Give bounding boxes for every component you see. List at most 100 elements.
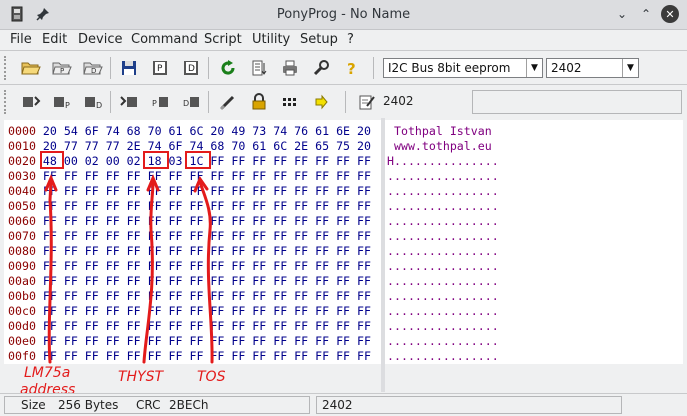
hex-row[interactable]: 00d0 FF FF FF FF FF FF FF FF FF FF FF FF… [8, 319, 371, 334]
ascii-row[interactable]: ................ [387, 304, 499, 318]
ascii-view[interactable]: Tothpal Istvan www.tothpal.eu H.........… [385, 120, 683, 364]
ascii-row[interactable]: ................ [387, 319, 499, 333]
toolbar-grip[interactable] [4, 90, 8, 114]
hex-bytes[interactable]: FF FF FF FF FF FF FF FF FF FF FF FF FF F… [43, 214, 371, 228]
menu-help[interactable]: ? [347, 32, 354, 47]
ascii-row[interactable]: ................ [387, 214, 499, 228]
crc-label: CRC [136, 398, 161, 412]
hex-row[interactable]: 00e0 FF FF FF FF FF FF FF FF FF FF FF FF… [8, 334, 371, 349]
write-all-icon[interactable] [117, 90, 141, 114]
hex-bytes[interactable]: FF FF FF FF FF FF FF FF FF FF FF FF FF F… [43, 184, 371, 198]
config-bits-icon[interactable] [278, 90, 302, 114]
menu-command[interactable]: Command [131, 32, 198, 47]
hex-row[interactable]: 0010 20 77 77 77 2E 74 6F 74 68 70 61 6C… [8, 139, 371, 154]
hex-bytes[interactable]: FF FF FF FF FF FF FF FF FF FF FF FF FF F… [43, 319, 371, 333]
setup-wrench-icon[interactable] [309, 56, 333, 80]
hex-bytes[interactable]: 20 54 6F 74 68 70 61 6C 20 49 73 74 76 6… [43, 124, 371, 138]
menu-utility[interactable]: Utility [252, 32, 290, 47]
menu-file[interactable]: File [10, 32, 32, 47]
device-type-select[interactable]: 2402 ▼ [546, 58, 639, 78]
read-all-icon[interactable] [19, 90, 43, 114]
ascii-row[interactable]: H............... [387, 154, 499, 168]
erase-icon[interactable] [216, 90, 240, 114]
hex-bytes[interactable]: FF FF FF FF FF FF FF FF FF FF FF FF FF F… [43, 334, 371, 348]
maximize-icon[interactable]: ⌃ [637, 5, 655, 23]
hex-row[interactable]: 0000 20 54 6F 74 68 70 61 6C 20 49 73 74… [8, 124, 371, 139]
ascii-row[interactable]: ................ [387, 334, 499, 348]
toolbar-separator [345, 91, 346, 113]
write-data-icon[interactable]: D [179, 90, 203, 114]
hex-bytes[interactable]: FF FF FF FF FF FF FF FF FF FF FF FF FF F… [43, 244, 371, 258]
save-program-icon[interactable]: P [148, 56, 172, 80]
hex-bytes[interactable]: FF FF FF FF FF FF FF FF FF FF FF FF FF F… [43, 229, 371, 243]
hex-row[interactable]: 0090 FF FF FF FF FF FF FF FF FF FF FF FF… [8, 259, 371, 274]
hex-row[interactable]: 0070 FF FF FF FF FF FF FF FF FF FF FF FF… [8, 229, 371, 244]
reload-icon[interactable] [216, 56, 240, 80]
hex-bytes[interactable]: FF FF FF FF FF FF FF FF FF FF FF FF FF F… [43, 199, 371, 213]
hex-bytes[interactable]: 48 00 02 00 02 18 03 1C FF FF FF FF FF F… [43, 154, 371, 168]
write-program-icon[interactable]: P [148, 90, 172, 114]
menu-script[interactable]: Script [204, 32, 242, 47]
hex-address: 0050 [8, 199, 36, 213]
ascii-row[interactable]: ................ [387, 169, 499, 183]
hex-bytes[interactable]: FF FF FF FF FF FF FF FF FF FF FF FF FF F… [43, 259, 371, 273]
next-arrow-icon[interactable] [309, 90, 333, 114]
toolbar-grip[interactable] [4, 56, 8, 80]
hex-editor[interactable]: 0000 20 54 6F 74 68 70 61 6C 20 49 73 74… [4, 120, 381, 364]
hex-row[interactable]: 0020 48 00 02 00 02 18 03 1C FF FF FF FF… [8, 154, 371, 169]
hex-bytes[interactable]: FF FF FF FF FF FF FF FF FF FF FF FF FF F… [43, 304, 371, 318]
read-program-icon[interactable]: P [50, 90, 74, 114]
ascii-row[interactable]: ................ [387, 289, 499, 303]
help-icon[interactable]: ? [340, 56, 364, 80]
svg-text:D: D [91, 67, 96, 75]
open-program-file-icon[interactable]: P [50, 56, 74, 80]
hex-row[interactable]: 00a0 FF FF FF FF FF FF FF FF FF FF FF FF… [8, 274, 371, 289]
hex-row[interactable]: 0080 FF FF FF FF FF FF FF FF FF FF FF FF… [8, 244, 371, 259]
hex-bytes[interactable]: FF FF FF FF FF FF FF FF FF FF FF FF FF F… [43, 349, 371, 363]
ascii-row[interactable]: ................ [387, 199, 499, 213]
open-data-file-icon[interactable]: D [81, 56, 105, 80]
ascii-row[interactable]: ................ [387, 184, 499, 198]
ascii-row[interactable]: ................ [387, 259, 499, 273]
ascii-row[interactable]: Tothpal Istvan [387, 124, 499, 138]
hex-bytes[interactable]: FF FF FF FF FF FF FF FF FF FF FF FF FF F… [43, 169, 371, 183]
hex-bytes[interactable]: FF FF FF FF FF FF FF FF FF FF FF FF FF F… [43, 289, 371, 303]
hex-row[interactable]: 0030 FF FF FF FF FF FF FF FF FF FF FF FF… [8, 169, 371, 184]
hex-address: 0020 [8, 154, 36, 168]
status-bar: Size 256 Bytes CRC 2BECh 2402 [0, 393, 687, 416]
notes-icon[interactable] [355, 90, 379, 114]
close-icon[interactable]: ✕ [661, 5, 679, 23]
menu-setup[interactable]: Setup [300, 32, 338, 47]
hex-row[interactable]: 00c0 FF FF FF FF FF FF FF FF FF FF FF FF… [8, 304, 371, 319]
ascii-row[interactable]: www.tothpal.eu [387, 139, 499, 153]
ascii-row[interactable]: ................ [387, 244, 499, 258]
chevron-down-icon[interactable]: ▼ [622, 59, 638, 77]
ascii-row[interactable]: ................ [387, 349, 499, 363]
hex-row[interactable]: 00f0 FF FF FF FF FF FF FF FF FF FF FF FF… [8, 349, 371, 364]
command-toolbar: P D P D 2402 [0, 84, 687, 118]
status-box-right [316, 396, 622, 414]
hex-address: 0060 [8, 214, 36, 228]
hex-row[interactable]: 0060 FF FF FF FF FF FF FF FF FF FF FF FF… [8, 214, 371, 229]
ascii-row[interactable]: ................ [387, 229, 499, 243]
hex-row[interactable]: 00b0 FF FF FF FF FF FF FF FF FF FF FF FF… [8, 289, 371, 304]
open-file-icon[interactable] [19, 56, 43, 80]
ascii-row[interactable]: ................ [387, 274, 499, 288]
save-data-icon[interactable]: D [179, 56, 203, 80]
minimize-icon[interactable]: ⌄ [613, 5, 631, 23]
menu-edit[interactable]: Edit [42, 32, 67, 47]
print-icon[interactable] [278, 56, 302, 80]
edit-list-icon[interactable] [247, 56, 271, 80]
toolbar-separator [208, 91, 209, 113]
chevron-down-icon[interactable]: ▼ [526, 59, 542, 77]
save-icon[interactable] [117, 56, 141, 80]
hex-bytes[interactable]: 20 77 77 77 2E 74 6F 74 68 70 61 6C 2E 6… [43, 139, 371, 153]
hex-row[interactable]: 0050 FF FF FF FF FF FF FF FF FF FF FF FF… [8, 199, 371, 214]
status-device: 2402 [322, 398, 353, 412]
lock-icon[interactable] [247, 90, 271, 114]
hex-bytes[interactable]: FF FF FF FF FF FF FF FF FF FF FF FF FF F… [43, 274, 371, 288]
read-data-icon[interactable]: D [81, 90, 105, 114]
device-family-select[interactable]: I2C Bus 8bit eeprom ▼ [383, 58, 543, 78]
hex-row[interactable]: 0040 FF FF FF FF FF FF FF FF FF FF FF FF… [8, 184, 371, 199]
menu-device[interactable]: Device [78, 32, 122, 47]
